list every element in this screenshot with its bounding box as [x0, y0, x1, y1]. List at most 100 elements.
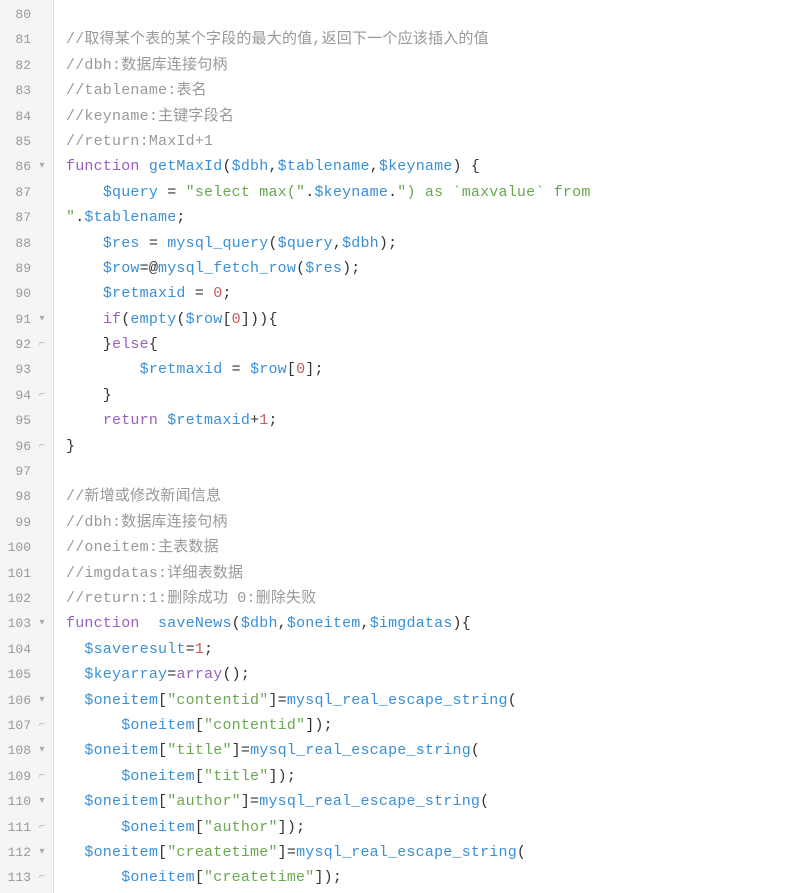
- gutter-line: 94⌐: [0, 383, 53, 408]
- token-var: $oneitem: [121, 717, 195, 734]
- line-number: 94: [3, 383, 31, 408]
- code-line[interactable]: $oneitem["createtime"]=mysql_real_escape…: [66, 840, 800, 865]
- code-line[interactable]: [66, 459, 800, 484]
- token-op: =@: [140, 260, 158, 277]
- fold-open-icon[interactable]: ▾: [35, 840, 49, 865]
- line-number: 85: [3, 129, 31, 154]
- code-line[interactable]: return $retmaxid+1;: [66, 408, 800, 433]
- code-line[interactable]: //imgdatas:详细表数据: [66, 561, 800, 586]
- line-number: 82: [3, 53, 31, 78]
- code-line[interactable]: $res = mysql_query($query,$dbh);: [66, 231, 800, 256]
- fold-close-icon[interactable]: ⌐: [35, 332, 49, 357]
- code-line[interactable]: }: [66, 383, 800, 408]
- token-str: "author": [204, 819, 278, 836]
- token-punc: ]=: [232, 742, 250, 759]
- line-number: 98: [3, 484, 31, 509]
- token-str: ") as `maxvalue` from: [397, 184, 599, 201]
- code-line[interactable]: //dbh:数据库连接句柄: [66, 53, 800, 78]
- token-var: $oneitem: [84, 844, 158, 861]
- token-punc: ];: [305, 361, 323, 378]
- token-var: $oneitem: [121, 869, 195, 886]
- code-line[interactable]: $query = "select max(".$keyname.") as `m…: [66, 180, 800, 205]
- token-op: =: [222, 361, 250, 378]
- token-var: $tablename: [84, 209, 176, 226]
- code-editor-content[interactable]: //取得某个表的某个字段的最大的值,返回下一个应该插入的值 //dbh:数据库连接…: [54, 0, 800, 893]
- gutter-line: 85: [0, 129, 53, 154]
- code-line[interactable]: [66, 2, 800, 27]
- code-line[interactable]: ".$tablename;: [66, 205, 800, 230]
- fold-open-icon[interactable]: ▾: [35, 307, 49, 332]
- code-line[interactable]: //oneitem:主表数据: [66, 535, 800, 560]
- fold-open-icon[interactable]: ▾: [35, 688, 49, 713]
- code-line[interactable]: $oneitem["author"]);: [66, 815, 800, 840]
- token-str: "createtime": [167, 844, 277, 861]
- token-var: $query: [103, 184, 158, 201]
- token-bkt: [: [158, 692, 167, 709]
- fold-open-icon[interactable]: ▾: [35, 789, 49, 814]
- token-punc: ,: [278, 615, 287, 632]
- token-punc: ]);: [278, 819, 306, 836]
- fold-open-icon[interactable]: ▾: [35, 611, 49, 636]
- line-number: 87: [3, 180, 31, 205]
- gutter-line: 93: [0, 357, 53, 382]
- token-punc: ,: [333, 235, 342, 252]
- code-line[interactable]: }: [66, 434, 800, 459]
- token-bkt: [: [195, 717, 204, 734]
- code-line[interactable]: $keyarray=array();: [66, 662, 800, 687]
- code-line[interactable]: $row=@mysql_fetch_row($res);: [66, 256, 800, 281]
- code-line[interactable]: //keyname:主键字段名: [66, 104, 800, 129]
- code-line[interactable]: $oneitem["author"]=mysql_real_escape_str…: [66, 789, 800, 814]
- token-plain: [66, 844, 84, 861]
- token-plain: [66, 819, 121, 836]
- code-line[interactable]: //取得某个表的某个字段的最大的值,返回下一个应该插入的值: [66, 27, 800, 52]
- fold-open-icon[interactable]: ▾: [35, 738, 49, 763]
- token-punc: (: [222, 158, 231, 175]
- line-number: 80: [3, 2, 31, 27]
- line-number: 90: [3, 281, 31, 306]
- fold-close-icon[interactable]: ⌐: [35, 713, 49, 738]
- gutter-line: 92⌐: [0, 332, 53, 357]
- token-cmt: //return:MaxId+1: [66, 133, 213, 150]
- code-line[interactable]: $saveresult=1;: [66, 637, 800, 662]
- token-fn: getMaxId: [149, 158, 223, 175]
- token-plain: [140, 615, 158, 632]
- fold-close-icon[interactable]: ⌐: [35, 383, 49, 408]
- token-plain: [66, 742, 84, 759]
- token-kw: array: [176, 666, 222, 683]
- token-bkt: [: [222, 311, 231, 328]
- code-line[interactable]: $oneitem["contentid"]=mysql_real_escape_…: [66, 688, 800, 713]
- token-plain: [66, 869, 121, 886]
- code-line[interactable]: if(empty($row[0])){: [66, 307, 800, 332]
- fold-close-icon[interactable]: ⌐: [35, 764, 49, 789]
- code-line[interactable]: $oneitem["title"]);: [66, 764, 800, 789]
- fold-close-icon[interactable]: ⌐: [35, 815, 49, 840]
- token-bkt: [: [158, 742, 167, 759]
- token-var: $dbh: [342, 235, 379, 252]
- code-line[interactable]: $oneitem["contentid"]);: [66, 713, 800, 738]
- code-line[interactable]: function getMaxId($dbh,$tablename,$keyna…: [66, 154, 800, 179]
- token-plain: [66, 412, 103, 429]
- code-line[interactable]: function saveNews($dbh,$oneitem,$imgdata…: [66, 611, 800, 636]
- token-plain: [66, 361, 140, 378]
- token-var: $keyname: [314, 184, 388, 201]
- code-line[interactable]: $oneitem["createtime"]);: [66, 865, 800, 890]
- code-line[interactable]: $retmaxid = 0;: [66, 281, 800, 306]
- code-line[interactable]: //新增或修改新闻信息: [66, 484, 800, 509]
- token-cmt: //dbh:数据库连接句柄: [66, 57, 228, 74]
- fold-open-icon[interactable]: ▾: [35, 154, 49, 179]
- fold-close-icon[interactable]: ⌐: [35, 434, 49, 459]
- gutter-line: 98: [0, 484, 53, 509]
- token-punc: }: [66, 387, 112, 404]
- code-line[interactable]: $oneitem["title"]=mysql_real_escape_stri…: [66, 738, 800, 763]
- code-line[interactable]: //return:MaxId+1: [66, 129, 800, 154]
- token-plain: [66, 641, 84, 658]
- code-line[interactable]: //dbh:数据库连接句柄: [66, 510, 800, 535]
- token-var: $oneitem: [84, 692, 158, 709]
- code-line[interactable]: $retmaxid = $row[0];: [66, 357, 800, 382]
- token-var: $saveresult: [84, 641, 185, 658]
- token-punc: ;: [176, 209, 185, 226]
- fold-close-icon[interactable]: ⌐: [35, 865, 49, 890]
- code-line[interactable]: //return:1:删除成功 0:删除失败: [66, 586, 800, 611]
- code-line[interactable]: }else{: [66, 332, 800, 357]
- code-line[interactable]: //tablename:表名: [66, 78, 800, 103]
